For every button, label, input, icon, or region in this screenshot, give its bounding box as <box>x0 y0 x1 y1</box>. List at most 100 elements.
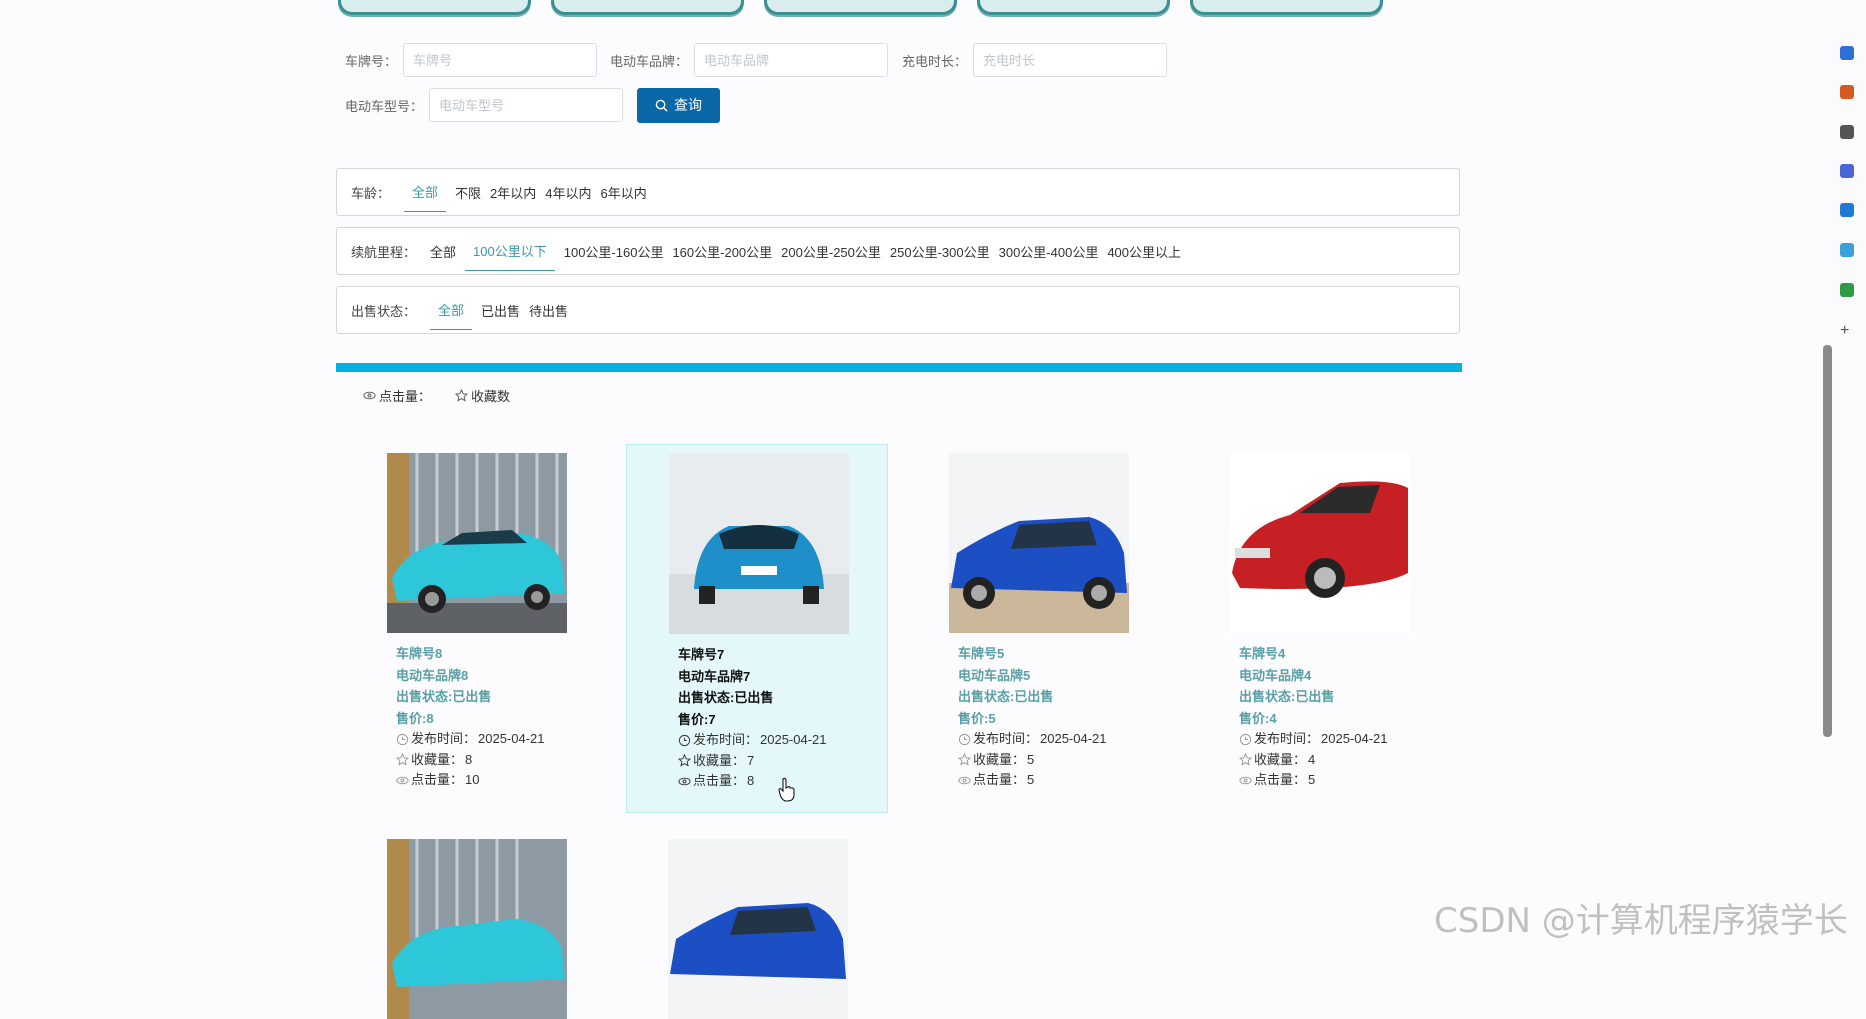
favorite-count-label: 收藏量： <box>693 752 746 768</box>
range-option[interactable]: 100公里以下 <box>465 231 555 271</box>
top-nav-tab[interactable] <box>551 0 744 15</box>
browser-sidebar: + <box>1823 0 1866 950</box>
range-option[interactable]: 全部 <box>430 232 456 271</box>
watermark: CSDN @计算机程序猿学长 <box>1434 901 1848 941</box>
sidebar-app-icon[interactable] <box>1840 243 1854 257</box>
car-info: 车牌号4 电动车品牌4 出售状态:已出售 售价:4 发布时间： 2025-04-2… <box>1188 643 1450 791</box>
publish-time: 发布时间： 2025-04-21 <box>958 729 1169 750</box>
star-icon <box>396 753 409 766</box>
brand-input[interactable] <box>694 43 889 77</box>
age-option[interactable]: 不限 <box>455 173 481 212</box>
range-option[interactable]: 400公里以上 <box>1107 232 1181 271</box>
range-filter: 续航里程： 全部 100公里以下 100公里-160公里 160公里-200公里… <box>336 227 1460 275</box>
clock-icon <box>1239 733 1252 745</box>
search-form: 车牌号： 电动车品牌： 充电时长： 电动车型号： 查询 <box>345 42 1168 132</box>
eye-icon <box>396 776 409 785</box>
status-filter: 出售状态： 全部 已出售 待出售 <box>336 286 1460 334</box>
favorite-count-label: 收藏量： <box>1254 751 1307 767</box>
top-nav-tab[interactable] <box>977 0 1170 15</box>
eye-icon <box>1239 776 1252 785</box>
car-card[interactable]: 车牌号7 电动车品牌7 出售状态:已出售 售价:7 发布时间： 2025-04-2… <box>626 444 888 813</box>
publish-time: 发布时间： 2025-04-21 <box>396 729 607 750</box>
car-card[interactable]: 车牌号4 电动车品牌4 出售状态:已出售 售价:4 发布时间： 2025-04-2… <box>1188 444 1450 791</box>
top-nav-tab[interactable] <box>338 0 531 15</box>
car-photo-cyan-suv <box>387 839 567 1019</box>
favorite-count-label: 收藏量： <box>411 751 464 767</box>
publish-time-value: 2025-04-21 <box>478 731 545 746</box>
charge-time-input[interactable] <box>973 43 1168 77</box>
brand-label: 电动车品牌： <box>610 53 689 69</box>
car-card[interactable]: 车牌号5 电动车品牌5 出售状态:已出售 售价:5 发布时间： 2025-04-2… <box>907 444 1169 791</box>
age-option[interactable]: 6年以内 <box>601 173 647 212</box>
click-count: 点击量： 5 <box>958 770 1169 791</box>
search-icon <box>655 99 668 112</box>
car-status: 出售状态:已出售 <box>678 690 774 705</box>
car-brand: 电动车品牌4 <box>1239 667 1312 683</box>
sidebar-app-icon[interactable] <box>1840 164 1854 178</box>
status-option[interactable]: 已出售 <box>481 291 520 330</box>
publish-time: 发布时间： 2025-04-21 <box>1239 729 1450 750</box>
sort-by-favorites[interactable]: 收藏数 <box>455 386 510 405</box>
car-plate: 车牌号7 <box>678 647 725 662</box>
sidebar-app-icon[interactable] <box>1840 125 1854 139</box>
top-nav-tab[interactable] <box>1190 0 1383 15</box>
star-icon <box>958 753 971 766</box>
publish-time-value: 2025-04-21 <box>1321 731 1388 746</box>
eye-icon <box>363 391 376 400</box>
sort-bar: 点击量： 收藏数 <box>363 386 510 405</box>
range-option[interactable]: 250公里-300公里 <box>890 232 990 271</box>
car-card[interactable] <box>626 830 888 1019</box>
publish-time-label: 发布时间： <box>1254 731 1320 746</box>
car-price: 售价:5 <box>958 710 996 726</box>
favorite-count-value: 7 <box>747 752 755 768</box>
sidebar-app-icon[interactable] <box>1840 85 1854 99</box>
sidebar-app-icon[interactable] <box>1840 203 1854 217</box>
car-brand: 电动车品牌8 <box>396 667 469 683</box>
clock-icon <box>678 734 691 746</box>
sort-favorites-label: 收藏数 <box>471 389 511 404</box>
status-option[interactable]: 待出售 <box>529 291 568 330</box>
clock-icon <box>396 733 409 745</box>
favorite-count: 收藏量： 4 <box>1239 750 1450 771</box>
car-brand: 电动车品牌5 <box>958 667 1031 683</box>
age-filter: 车龄： 全部 不限 2年以内 4年以内 6年以内 <box>336 168 1460 216</box>
age-option[interactable]: 全部 <box>404 172 447 212</box>
click-count-label: 点击量： <box>411 772 464 787</box>
range-option[interactable]: 100公里-160公里 <box>564 232 664 271</box>
plus-icon[interactable]: + <box>1840 322 1849 340</box>
plate-input[interactable] <box>403 43 598 77</box>
favorite-count-value: 4 <box>1308 751 1316 767</box>
car-price: 售价:7 <box>678 711 716 727</box>
click-count-value: 5 <box>1027 772 1035 787</box>
car-status: 出售状态:已出售 <box>396 689 492 704</box>
publish-time-label: 发布时间： <box>973 731 1039 746</box>
age-option[interactable]: 2年以内 <box>490 173 536 212</box>
car-card[interactable]: 车牌号8 电动车品牌8 出售状态:已出售 售价:8 发布时间： 2025-04-2… <box>345 444 607 791</box>
status-option[interactable]: 全部 <box>430 290 473 330</box>
click-count: 点击量： 10 <box>396 770 607 791</box>
query-button[interactable]: 查询 <box>637 87 721 123</box>
click-count-label: 点击量： <box>693 773 746 788</box>
click-count-value: 10 <box>465 772 480 787</box>
sidebar-app-icon[interactable] <box>1840 283 1854 297</box>
divider-bar <box>336 363 1462 372</box>
range-option[interactable]: 200公里-250公里 <box>781 232 881 271</box>
sidebar-app-icon[interactable] <box>1840 46 1854 60</box>
car-card[interactable] <box>345 830 607 1019</box>
car-plate: 车牌号8 <box>396 646 443 661</box>
charge-time-label: 充电时长： <box>902 53 968 69</box>
model-input[interactable] <box>429 88 624 122</box>
range-option[interactable]: 300公里-400公里 <box>999 232 1099 271</box>
car-info: 车牌号5 电动车品牌5 出售状态:已出售 售价:5 发布时间： 2025-04-2… <box>907 643 1169 791</box>
age-option[interactable]: 4年以内 <box>545 173 591 212</box>
sort-by-clicks[interactable]: 点击量： <box>363 386 431 405</box>
range-option[interactable]: 160公里-200公里 <box>672 232 772 271</box>
publish-time-value: 2025-04-21 <box>760 732 827 747</box>
click-count-label: 点击量： <box>1254 772 1307 787</box>
hand-cursor-icon <box>778 777 795 802</box>
eye-icon <box>678 777 691 786</box>
query-button-label: 查询 <box>674 97 703 113</box>
top-nav-tab[interactable] <box>764 0 957 15</box>
scrollbar-thumb[interactable] <box>1823 345 1832 737</box>
favorite-count-value: 8 <box>465 751 473 767</box>
